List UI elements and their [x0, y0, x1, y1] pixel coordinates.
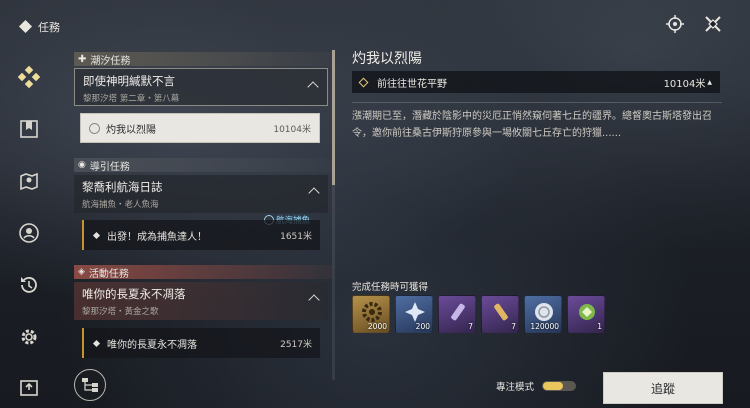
- quest-subtitle: 黎那汐塔 第二章・第八幕: [83, 94, 180, 104]
- sidebar-item-settings-icon[interactable]: [16, 324, 42, 350]
- quest-list: ✚ 潮汐任務 即使神明緘默不言 黎那汐塔 第二章・第八幕 灼我以烈陽 10104…: [66, 50, 334, 380]
- sidebar-item-upload-icon[interactable]: [16, 376, 42, 402]
- event-icon: ◈: [78, 267, 85, 277]
- subtask-label: 唯你的長夏永不凋落: [107, 339, 197, 351]
- vial-icon: [494, 303, 508, 321]
- back-title-button[interactable]: 任務: [18, 19, 60, 35]
- subtask-item[interactable]: 唯你的長夏永不凋落 2517米: [82, 328, 320, 358]
- quest-description: 漲潮期已至，潛藏於陰影中的災厄正悄然窺伺著七丘的疆界。總督奧古斯塔發出召令，邀你…: [352, 111, 712, 139]
- page-title: 任務: [38, 21, 60, 34]
- reward-item[interactable]: 1: [567, 295, 605, 333]
- focus-mode-toggle[interactable]: [542, 381, 577, 391]
- locate-icon[interactable]: [664, 13, 686, 35]
- triangle-up-icon: ▲: [707, 78, 712, 86]
- diamond-bullet-icon: [92, 231, 101, 239]
- rewards-label: 完成任務時可獲得: [352, 282, 429, 293]
- tree-icon: [82, 378, 98, 392]
- quest-tree-button[interactable]: [74, 369, 106, 401]
- pin-icon: ◉: [78, 160, 86, 170]
- sidebar-item-history-icon[interactable]: [16, 272, 42, 298]
- sidebar-item-profile-icon[interactable]: [16, 220, 42, 246]
- potion-icon: [451, 303, 465, 321]
- reward-quantity: 7: [468, 322, 473, 331]
- sidebar-item-quests-icon[interactable]: [16, 64, 42, 90]
- reward-item[interactable]: 2000: [352, 295, 390, 333]
- focus-mode: 專注模式: [496, 379, 577, 393]
- subtask-item[interactable]: 出發！成為捕魚達人！ 1651米: [82, 220, 320, 250]
- reward-item[interactable]: 7: [438, 295, 476, 333]
- subtask-distance: 1651米: [280, 231, 312, 242]
- sidebar-item-bookmark-icon[interactable]: [16, 116, 42, 142]
- sidebar-item-map-icon[interactable]: [16, 168, 42, 194]
- toggle-knob: [543, 382, 564, 390]
- reward-item[interactable]: 120000: [524, 295, 562, 333]
- top-bar: 任務: [0, 0, 750, 50]
- menu-diamond-icon: [18, 19, 33, 34]
- list-scrollbar[interactable]: [332, 50, 335, 380]
- scrollbar-thumb[interactable]: [332, 50, 335, 185]
- waypoint-icon: [358, 77, 369, 87]
- quest-header-2[interactable]: 黎喬利航海日誌 航海捕魚・老人魚海: [74, 175, 328, 213]
- detail-title: 灼我以烈陽: [352, 51, 422, 67]
- star-shard-icon: [405, 302, 425, 322]
- sidebar: [0, 50, 60, 408]
- category-event: ◈ 活動任務: [74, 265, 332, 280]
- destination-label: 前往往世花平野: [377, 78, 447, 90]
- reward-quantity: 200: [415, 322, 430, 331]
- shell-coin-icon: [535, 303, 553, 321]
- diamond-bullet-icon: [92, 339, 101, 347]
- reward-quantity: 120000: [530, 322, 559, 331]
- quest-header-3[interactable]: 唯你的長夏永不凋落 黎那汐塔・黃金之歌: [74, 282, 328, 320]
- quest-name: 即使神明緘默不言: [83, 74, 175, 88]
- rewards-row: 2000 200 7 7 120000 1: [352, 295, 605, 333]
- reward-item[interactable]: 7: [481, 295, 519, 333]
- subtask-selected[interactable]: 灼我以烈陽 10104米: [80, 113, 320, 143]
- reward-item[interactable]: 200: [395, 295, 433, 333]
- category-guide: ◉ 導引任務: [74, 158, 332, 173]
- quest-subtitle: 航海捕魚・老人魚海: [82, 200, 159, 210]
- subtask-distance: 2517米: [280, 339, 312, 350]
- gear-icon: [362, 302, 382, 322]
- quest-name: 黎喬利航海日誌: [82, 180, 163, 194]
- subtask-label: 出發！成為捕魚達人！: [107, 231, 207, 243]
- crest-icon: [579, 304, 595, 320]
- subtask-distance: 10104米: [273, 124, 311, 135]
- reward-quantity: 7: [511, 322, 516, 331]
- focus-mode-label: 專注模式: [496, 382, 535, 393]
- quest-header-1[interactable]: 即使神明緘默不言 黎那汐塔 第二章・第八幕: [74, 68, 328, 106]
- subtask-label: 灼我以烈陽: [106, 124, 156, 136]
- divider: [352, 102, 722, 103]
- reward-quantity: 2000: [367, 322, 387, 331]
- plus-icon: ✚: [78, 53, 87, 65]
- track-button[interactable]: 追蹤: [603, 372, 723, 404]
- destination-distance: 10104米: [663, 78, 706, 90]
- reward-quantity: 1: [597, 322, 602, 331]
- quest-name: 唯你的長夏永不凋落: [82, 287, 186, 301]
- circle-icon: [89, 122, 100, 134]
- quest-subtitle: 黎那汐塔・黃金之歌: [82, 307, 159, 317]
- category-tide: ✚ 潮汐任務: [74, 52, 332, 67]
- close-icon[interactable]: [702, 13, 724, 35]
- destination-row[interactable]: 前往往世花平野 10104米 ▲: [352, 71, 720, 93]
